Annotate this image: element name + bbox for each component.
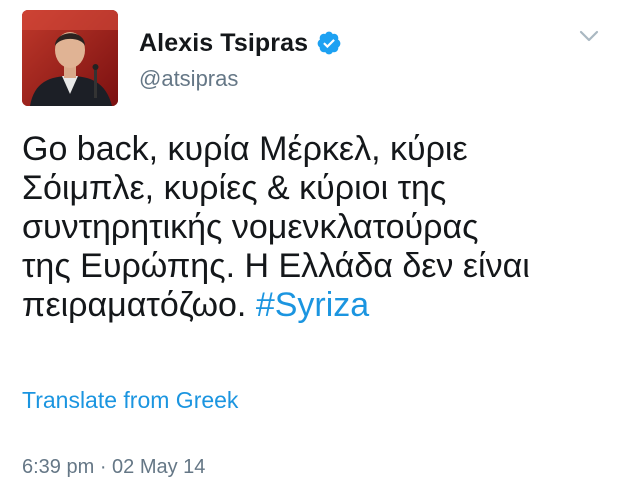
hashtag-link[interactable]: #Syriza [256, 286, 369, 324]
tweet-text-line: πειραματόζωο. #Syriza [22, 286, 612, 325]
user-handle[interactable]: @atsipras [139, 66, 342, 92]
tweet-timestamp[interactable]: 6:39 pm · 02 May 14 [22, 456, 205, 479]
display-name[interactable]: Alexis Tsipras [139, 29, 308, 58]
avatar[interactable] [22, 10, 118, 106]
tweet-text-line: συντηρητικής νομενκλατούρας [22, 208, 479, 246]
tweet-text-fragment: πειραματόζωο. [22, 286, 256, 324]
tweet-header: Alexis Tsipras @atsipras [139, 26, 342, 92]
chevron-down-icon[interactable] [578, 28, 600, 44]
translate-link[interactable]: Translate from Greek [22, 387, 238, 414]
verified-badge-icon [316, 30, 342, 56]
tweet-text-line: Σόιμπλε, κυρίες & κύριοι της [22, 169, 447, 207]
name-row: Alexis Tsipras [139, 26, 342, 60]
tweet-text-line: Go back, κυρία Μέρκελ, κύριε [22, 130, 468, 168]
tweet-card: Alexis Tsipras @atsipras Go back, κυρία … [0, 0, 620, 499]
tweet-text: Go back, κυρία Μέρκελ, κύριε Σόιμπλε, κυ… [22, 130, 612, 325]
tweet-text-line: της Ευρώπης. Η Ελλάδα δεν είναι [22, 247, 530, 285]
